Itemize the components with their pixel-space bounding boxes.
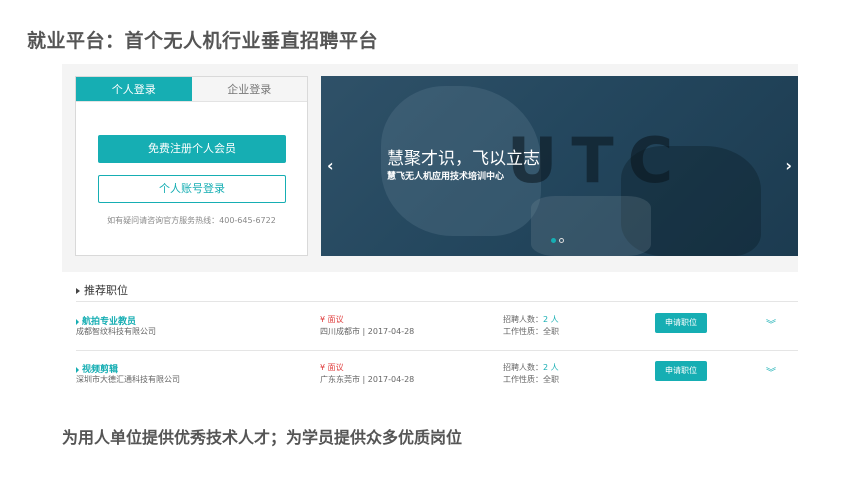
jobs-heading-label: 推荐职位 bbox=[84, 284, 128, 297]
job-row: 视频剪辑 深圳市大德汇通科技有限公司 ¥ 面议 广东东莞市 | 2017-04-… bbox=[62, 354, 798, 397]
personal-login-button[interactable]: 个人账号登录 bbox=[98, 175, 286, 203]
banner-headline: 慧聚才识，飞以立志 bbox=[387, 149, 540, 169]
service-hotline: 如有疑问请咨询官方服务热线：400-645-6722 bbox=[107, 216, 276, 225]
apply-job-button[interactable]: 申请职位 bbox=[655, 313, 707, 333]
headcount-value: 2 人 bbox=[543, 315, 559, 324]
carousel-dot[interactable] bbox=[559, 238, 564, 243]
job-company: 成都智纹科技有限公司 bbox=[76, 327, 156, 336]
carousel-dots bbox=[551, 238, 564, 243]
job-salary: ¥ 面议 bbox=[320, 315, 344, 324]
jobs-heading: 推荐职位 bbox=[76, 282, 128, 298]
banner-photo-shape bbox=[531, 196, 651, 256]
job-headcount: 招聘人数：2 人 bbox=[503, 362, 559, 373]
double-chevron-down-icon[interactable]: ︾ bbox=[766, 316, 776, 331]
headcount-value: 2 人 bbox=[543, 363, 559, 372]
banner-subtitle: 慧飞无人机应用技术培训中心 bbox=[387, 172, 505, 182]
slide-caption: 为用人单位提供优秀技术人才；为学员提供众多优质岗位 bbox=[62, 428, 463, 447]
slide-title: 就业平台：首个无人机行业垂直招聘平台 bbox=[27, 30, 379, 52]
login-tabs: 个人登录 企业登录 bbox=[76, 77, 307, 102]
headcount-label: 招聘人数： bbox=[503, 315, 543, 324]
register-member-button[interactable]: 免费注册个人会员 bbox=[98, 135, 286, 163]
job-row: 航拍专业教员 成都智纹科技有限公司 ¥ 面议 四川成都市 | 2017-04-2… bbox=[62, 306, 798, 352]
job-headcount: 招聘人数：2 人 bbox=[503, 314, 559, 325]
chevron-left-icon[interactable]: ‹ bbox=[327, 156, 334, 175]
job-company: 深圳市大德汇通科技有限公司 bbox=[76, 375, 180, 384]
banner-carousel[interactable]: UTC 慧聚才识，飞以立志 慧飞无人机应用技术培训中心 ‹ › bbox=[321, 76, 798, 256]
headcount-label: 招聘人数： bbox=[503, 363, 543, 372]
login-panel: 个人登录 企业登录 免费注册个人会员 个人账号登录 如有疑问请咨询官方服务热线：… bbox=[75, 76, 308, 256]
apply-job-button[interactable]: 申请职位 bbox=[655, 361, 707, 381]
tab-personal-login[interactable]: 个人登录 bbox=[76, 77, 192, 101]
job-nature: 工作性质：全职 bbox=[503, 327, 559, 336]
job-location-date: 广东东莞市 | 2017-04-28 bbox=[320, 375, 415, 384]
divider bbox=[76, 301, 798, 302]
double-chevron-down-icon[interactable]: ︾ bbox=[766, 364, 776, 379]
tab-company-login[interactable]: 企业登录 bbox=[191, 77, 307, 101]
job-location-date: 四川成都市 | 2017-04-28 bbox=[320, 327, 415, 336]
job-salary: ¥ 面议 bbox=[320, 363, 344, 372]
caret-right-icon bbox=[76, 366, 79, 373]
divider bbox=[76, 350, 798, 351]
caret-right-icon bbox=[76, 288, 80, 294]
carousel-dot-active[interactable] bbox=[551, 238, 556, 243]
website-screenshot: 个人登录 企业登录 免费注册个人会员 个人账号登录 如有疑问请咨询官方服务热线：… bbox=[62, 64, 798, 397]
recommended-jobs: 推荐职位 航拍专业教员 成都智纹科技有限公司 ¥ 面议 四川成都市 | 2017… bbox=[62, 272, 798, 397]
job-nature: 工作性质：全职 bbox=[503, 375, 559, 384]
chevron-right-icon[interactable]: › bbox=[785, 156, 792, 175]
caret-right-icon bbox=[76, 318, 79, 325]
